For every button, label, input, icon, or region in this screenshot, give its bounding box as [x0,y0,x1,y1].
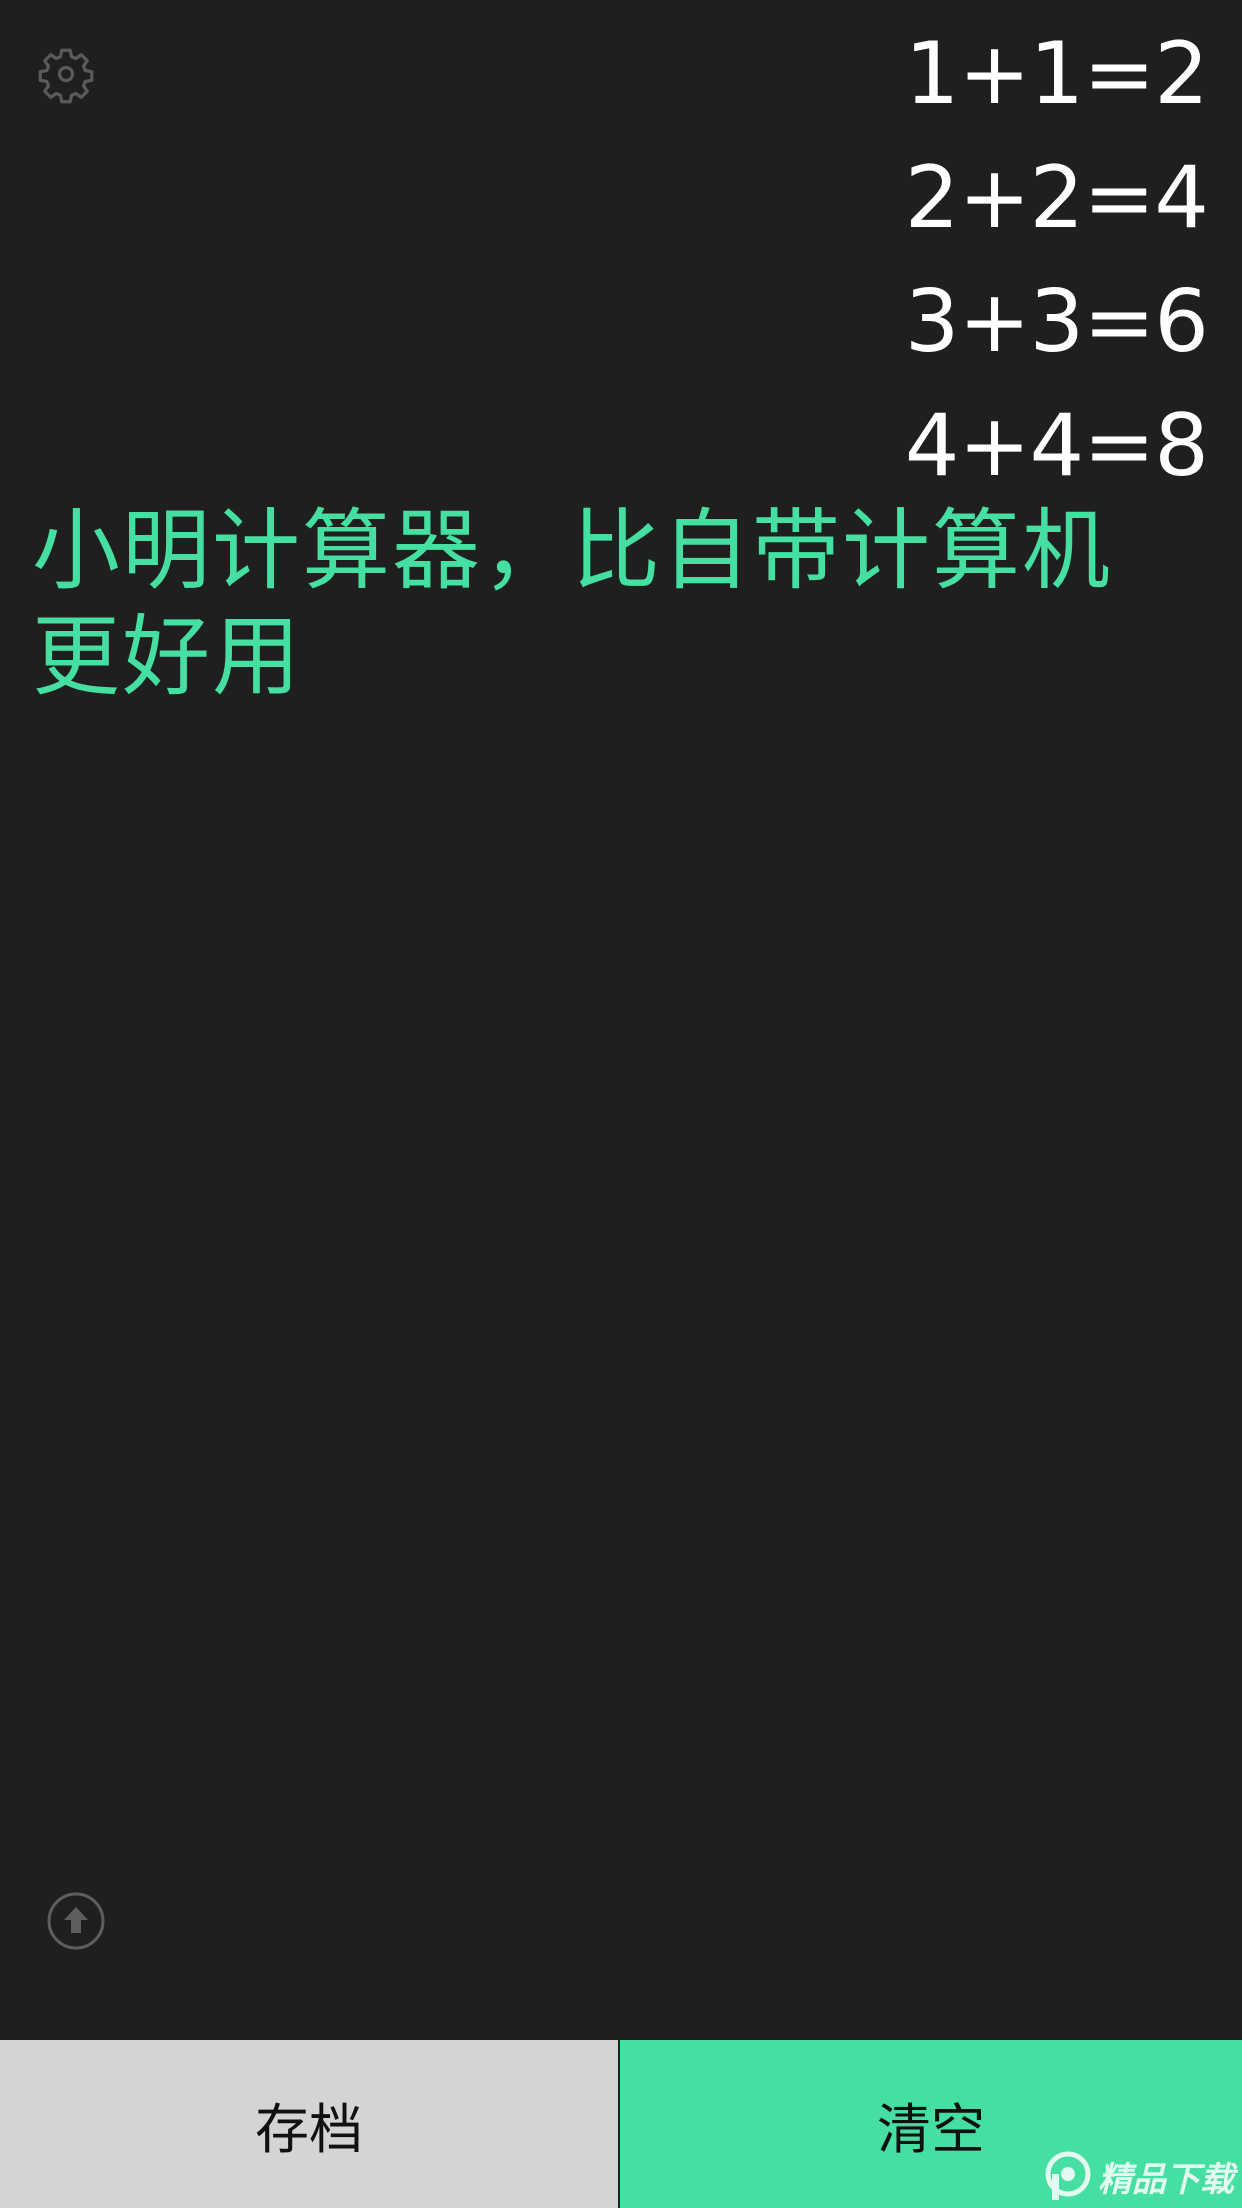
calculation-history: 1+1=2 2+2=4 3+3=6 4+4=8 [905,12,1209,508]
settings-button[interactable] [36,44,96,104]
watermark-logo-icon [1045,2151,1091,2200]
history-line[interactable]: 4+4=8 [905,384,1209,508]
scroll-up-button[interactable] [46,1891,106,1951]
arrow-up-circle-icon [47,1892,105,1950]
watermark-text: 精品下载 [1098,2159,1234,2200]
watermark: 精品下载 [1042,2150,1234,2202]
history-line[interactable]: 3+3=6 [905,260,1209,384]
history-line[interactable]: 2+2=4 [905,136,1209,260]
history-line[interactable]: 1+1=2 [905,12,1209,136]
current-input-display[interactable]: 小明计算器，比自带计算机更好用 [32,498,1122,710]
gear-icon [38,48,94,104]
save-button[interactable]: 存档 [0,2040,620,2208]
